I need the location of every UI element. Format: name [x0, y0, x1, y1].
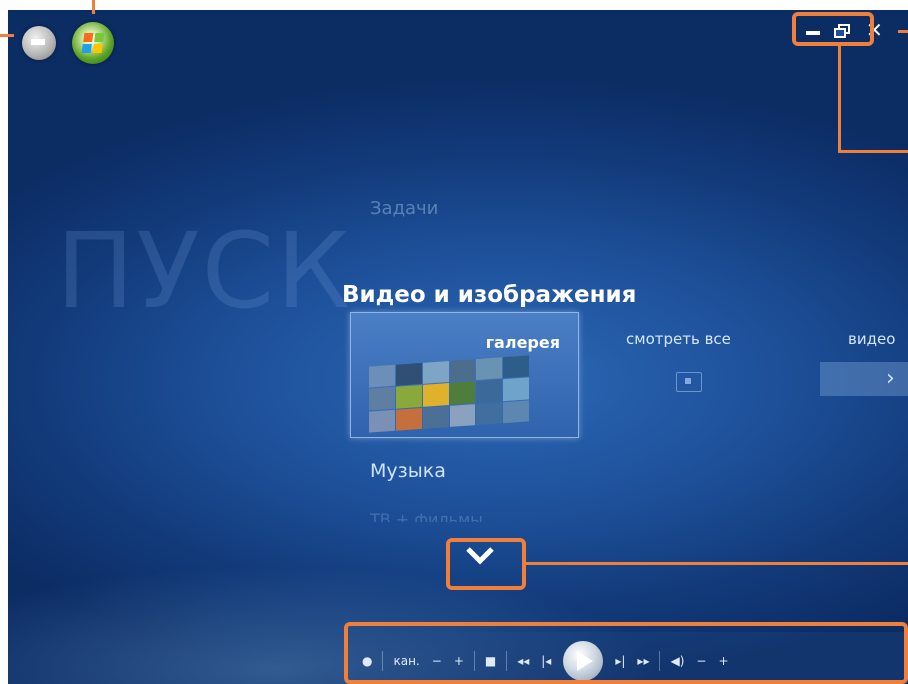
tile-gallery-label: галерея: [485, 333, 560, 352]
gallery-thumbnails: [369, 355, 529, 433]
windows-start-icon: [81, 33, 105, 53]
chevron-right-icon[interactable]: ›: [886, 366, 895, 391]
start-button[interactable]: [72, 22, 114, 64]
menu-music[interactable]: Музыка: [370, 460, 446, 482]
callout-line-restore-vertical: [838, 44, 841, 152]
callout-line-scroll-down: [524, 562, 908, 565]
callout-line-start: [92, 0, 95, 14]
menu-tv[interactable]: ТВ + фильмы: [370, 510, 483, 522]
back-button[interactable]: [22, 26, 56, 60]
menu-video-images[interactable]: Видео и изображения: [342, 282, 636, 308]
callout-transport: [344, 622, 908, 684]
callout-line-restore-horizontal: [838, 150, 908, 153]
tile-video-label[interactable]: видео: [848, 330, 895, 348]
view-all-icon: [676, 372, 702, 392]
callout-scroll-down: [446, 538, 526, 590]
callout-line-back: [0, 34, 14, 37]
callout-window-controls: [792, 12, 874, 46]
tile-gallery[interactable]: галерея: [350, 312, 579, 438]
menu-tasks[interactable]: Задачи: [370, 198, 438, 219]
screenshot-frame: ПУСК ✕ Задачи Видео и изображения галере…: [0, 0, 908, 684]
callout-line-close: [898, 30, 908, 33]
tile-view-all-label[interactable]: смотреть все: [626, 330, 731, 348]
background-label: ПУСК: [56, 210, 353, 332]
